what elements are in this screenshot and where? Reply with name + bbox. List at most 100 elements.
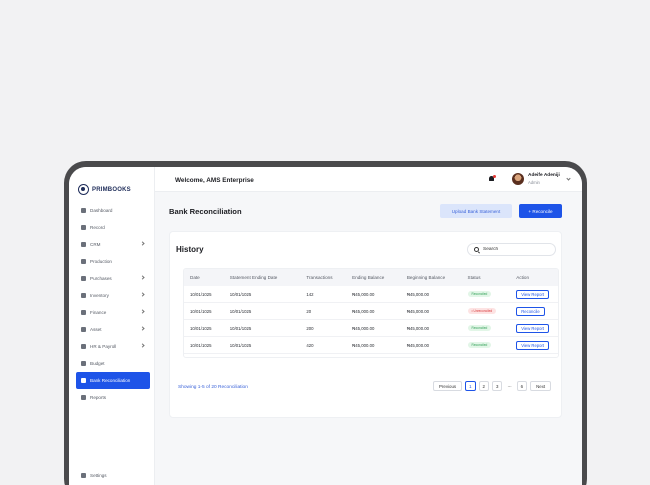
cart-icon — [81, 276, 86, 281]
cell-ending-balance: ₦45,000.00 — [352, 325, 375, 331]
box-icon — [81, 293, 86, 298]
chevron-right-icon — [140, 275, 145, 280]
cell-status: Reconciled — [462, 291, 511, 297]
column-header: Ending Balance — [352, 275, 385, 280]
sidebar-item-label: Settings — [90, 473, 107, 478]
report-icon — [81, 395, 86, 400]
logo: PRIMBOOKS — [78, 184, 131, 195]
sidebar-item-label: CRM — [90, 242, 101, 247]
sidebar-item-label: Production — [90, 259, 112, 264]
table-row: 10/01/1025 10/01/1025 20 ₦45,000.00 ₦45,000.… — [184, 303, 558, 320]
sidebar-item-label: Budget — [90, 361, 105, 366]
sidebar-item-record[interactable]: Record — [76, 219, 150, 236]
previous-page-button[interactable]: Previous — [433, 381, 463, 391]
user-name: Adeife Adeniji — [528, 173, 560, 178]
sidebar-item-asset[interactable]: Asset — [76, 321, 150, 338]
sidebar-item-finance[interactable]: Finance — [76, 304, 150, 321]
cell-transactions: 200 — [306, 325, 314, 331]
cell-date: 10/01/1025 — [190, 342, 212, 348]
table-row: 10/01/1025 10/01/1025 420 ₦45,000.00 ₦45,000… — [184, 337, 558, 354]
status-badge: Reconciled — [467, 325, 492, 331]
sidebar-item-label: HR & Payroll — [90, 344, 117, 349]
cell-status: Reconciled — [462, 325, 511, 331]
finance-icon — [81, 310, 86, 315]
asset-icon — [81, 327, 86, 332]
people-icon — [81, 344, 86, 349]
welcome-text: Welcome, AMS Enterprise — [175, 177, 254, 184]
upload-bank-statement-button[interactable]: Upload Bank Statement — [440, 204, 512, 218]
cell-ending-date: 10/01/1025 — [229, 308, 252, 314]
cell-transactions: 420 — [306, 342, 314, 348]
search-box — [467, 243, 556, 256]
sidebar-item-label: Reports — [90, 395, 107, 400]
chevron-down-icon[interactable] — [566, 176, 571, 181]
sidebar-item-budget[interactable]: Budget — [76, 355, 150, 372]
cell-beginning-balance: ₦45,000.00 — [406, 342, 430, 348]
sidebar-settings: Settings — [76, 467, 150, 484]
sidebar-item-inventory[interactable]: Inventory — [76, 287, 150, 304]
view-report-button[interactable]: View Report — [516, 323, 549, 333]
search-input[interactable] — [483, 247, 553, 252]
page-button-2[interactable]: 2 — [478, 381, 489, 391]
app-screen: PRIMBOOKS Dashboard Record CRM Production Pu… — [69, 167, 582, 485]
chevron-right-icon — [140, 326, 145, 331]
table-row: 10/01/1025 10/01/1025 200 ₦45,000.00 ₦45,000… — [184, 320, 558, 337]
sidebar-item-label: Inventory — [90, 293, 109, 298]
history-table: Date Statement Ending Date Transactions End… — [183, 268, 559, 358]
page-button-1[interactable]: 1 — [465, 381, 476, 391]
table-body: 10/01/1025 10/01/1025 142 ₦45,000.00 ₦45,000… — [184, 286, 558, 354]
status-badge: • Unreconciled — [467, 308, 497, 314]
sidebar-item-bank-reconciliation[interactable]: Bank Reconciliation — [76, 372, 150, 389]
sidebar-item-hr-payroll[interactable]: HR & Payroll — [76, 338, 150, 355]
cell-date: 10/01/1025 — [190, 291, 212, 297]
notification-bell-icon[interactable] — [488, 175, 496, 182]
search-icon — [474, 247, 479, 252]
top-bar: Welcome, AMS Enterprise Adeife Adeniji A… — [155, 167, 582, 192]
logo-mark-icon — [78, 184, 89, 195]
cell-action: View Report — [510, 323, 558, 333]
view-report-button[interactable]: View Report — [516, 289, 549, 299]
cell-transactions: 20 — [306, 308, 312, 314]
cell-ending-date: 10/01/1025 — [229, 325, 252, 331]
sidebar-item-label: Purchases — [90, 276, 112, 281]
avatar[interactable] — [512, 173, 524, 185]
column-header: Statement Ending Date — [229, 275, 278, 280]
chevron-right-icon — [140, 241, 145, 246]
notification-dot — [493, 175, 496, 178]
column-header: Action — [516, 275, 530, 280]
record-icon — [81, 225, 86, 230]
column-header: Status — [467, 275, 481, 280]
sidebar-item-production[interactable]: Production — [76, 253, 150, 270]
reconcile-button[interactable]: + Reconcile — [519, 204, 562, 218]
row-reconcile-button[interactable]: Reconcile — [516, 306, 545, 316]
status-badge: Reconciled — [467, 342, 492, 348]
bank-icon — [81, 378, 86, 383]
sidebar-item-crm[interactable]: CRM — [76, 236, 150, 253]
column-header: Date — [190, 275, 200, 280]
table-header: Date Statement Ending Date Transactions End… — [184, 269, 558, 286]
sidebar-item-purchases[interactable]: Purchases — [76, 270, 150, 287]
chevron-right-icon — [140, 309, 145, 314]
pagination-ellipsis: ... — [507, 383, 512, 389]
cell-ending-balance: ₦45,000.00 — [352, 291, 375, 297]
page-button-last[interactable]: 6 — [516, 381, 528, 391]
user-role: Admin — [528, 180, 540, 185]
cell-date: 10/01/1025 — [190, 325, 212, 331]
page-title: Bank Reconciliation — [169, 207, 242, 216]
sidebar-item-reports[interactable]: Reports — [76, 389, 150, 406]
next-page-button[interactable]: Next — [530, 381, 552, 391]
sidebar-item-dashboard[interactable]: Dashboard — [76, 202, 150, 219]
sidebar-item-label: Dashboard — [90, 208, 113, 213]
cell-ending-date: 10/01/1025 — [229, 342, 252, 348]
cell-status: • Unreconciled — [462, 308, 511, 314]
cell-ending-balance: ₦45,000.00 — [352, 342, 375, 348]
grid-icon — [81, 208, 86, 213]
logo-text: PRIMBOOKS — [92, 186, 131, 193]
cell-beginning-balance: ₦45,000.00 — [406, 291, 430, 297]
page-button-3[interactable]: 3 — [492, 381, 503, 391]
cell-beginning-balance: ₦45,000.00 — [406, 308, 430, 314]
column-header: Beginning Balance — [406, 275, 446, 280]
view-report-button[interactable]: View Report — [516, 340, 549, 350]
table-row: 10/01/1025 10/01/1025 142 ₦45,000.00 ₦45,000… — [184, 286, 558, 303]
sidebar-item-settings[interactable]: Settings — [76, 467, 150, 484]
